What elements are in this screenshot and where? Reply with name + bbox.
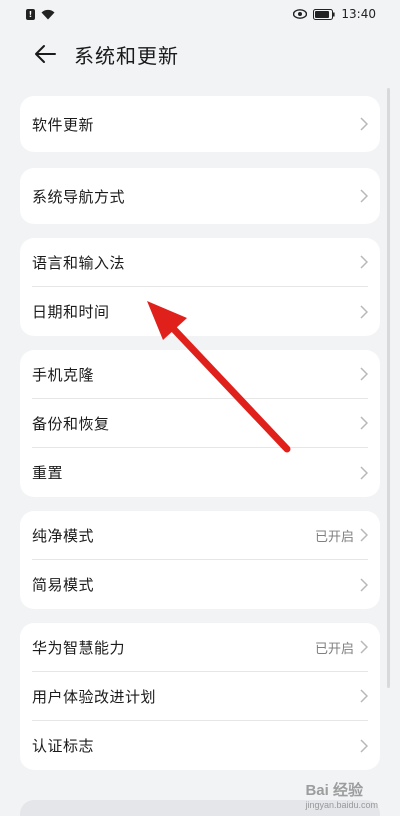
page-title: 系统和更新 [74,43,179,68]
settings-list: 软件更新 系统导航方式 语言和输入法 日期和时间 手机克隆 备份和恢复 重置 纯… [0,96,400,770]
row-language-input[interactable]: 语言和输入法 [32,238,368,287]
status-time: 13:40 [341,7,376,21]
chevron-right-icon [360,738,368,753]
row-label: 纯净模式 [32,526,95,545]
status-left: ! [26,8,55,20]
chevron-right-icon [360,528,368,542]
row-huawei-intelligence[interactable]: 华为智慧能力 已开启 [32,623,368,672]
row-backup-restore[interactable]: 备份和恢复 [32,399,368,448]
row-label: 简易模式 [32,576,95,594]
row-pure-mode[interactable]: 纯净模式 已开启 [32,511,368,560]
row-label: 用户体验改进计划 [32,687,157,706]
row-phone-clone[interactable]: 手机克隆 [32,350,368,399]
scrollbar[interactable] [387,88,390,688]
watermark-text: Bai 经验 [305,782,363,799]
row-right [360,689,368,703]
chevron-right-icon [360,577,368,592]
row-status-value: 已开启 [314,529,354,545]
row-simple-mode[interactable]: 简易模式 [32,560,368,609]
group-language-date: 语言和输入法 日期和时间 [20,238,380,336]
chevron-right-icon [360,367,368,381]
row-system-navigation[interactable]: 系统导航方式 [32,168,368,224]
chevron-right-icon [360,640,368,654]
row-right: 已开启 [315,526,368,545]
row-right [360,577,368,592]
row-right: 已开启 [315,638,368,657]
chevron-right-icon [360,117,368,131]
status-bar: ! 13:40 [0,0,400,28]
battery-icon [313,8,336,20]
row-certification-logo[interactable]: 认证标志 [32,721,368,770]
row-label: 备份和恢复 [32,414,110,433]
row-right [360,738,368,753]
row-right [360,465,368,480]
row-status-value: 已开启 [314,641,354,657]
row-right [360,189,368,203]
row-software-update[interactable]: 软件更新 [32,96,368,152]
group-navigation: 系统导航方式 [20,168,380,224]
row-right [360,416,368,430]
row-label: 语言和输入法 [32,253,126,272]
chevron-right-icon [360,416,368,430]
group-software-update: 软件更新 [20,96,380,152]
row-right [360,255,368,269]
chevron-right-icon [360,189,368,203]
header: 系统和更新 [0,28,400,80]
row-label: 重置 [32,464,64,482]
row-reset[interactable]: 重置 [32,448,368,497]
row-label: 日期和时间 [32,303,110,321]
back-button[interactable] [32,41,58,67]
row-label: 认证标志 [32,737,95,755]
row-label: 软件更新 [32,115,95,134]
chevron-right-icon [360,255,368,269]
row-right [360,367,368,381]
eye-comfort-icon [293,9,308,19]
row-right [360,304,368,319]
group-modes: 纯净模式 已开启 简易模式 [20,511,380,609]
row-label: 手机克隆 [32,365,95,384]
arrow-left-icon [35,45,56,63]
group-backup-reset: 手机克隆 备份和恢复 重置 [20,350,380,497]
wifi-icon [41,9,55,20]
watermark-url: jingyan.baidu.com [305,800,378,810]
row-label: 华为智慧能力 [32,638,126,657]
watermark: Bai 经验 jingyan.baidu.com [305,779,378,810]
status-right: 13:40 [293,7,376,21]
row-user-experience[interactable]: 用户体验改进计划 [32,672,368,721]
chevron-right-icon [360,465,368,480]
chevron-right-icon [360,304,368,319]
notification-icon: ! [26,8,35,20]
row-label: 系统导航方式 [32,187,126,206]
row-date-time[interactable]: 日期和时间 [32,287,368,336]
group-huawei-services: 华为智慧能力 已开启 用户体验改进计划 认证标志 [20,623,380,770]
row-right [360,117,368,131]
chevron-right-icon [360,689,368,703]
